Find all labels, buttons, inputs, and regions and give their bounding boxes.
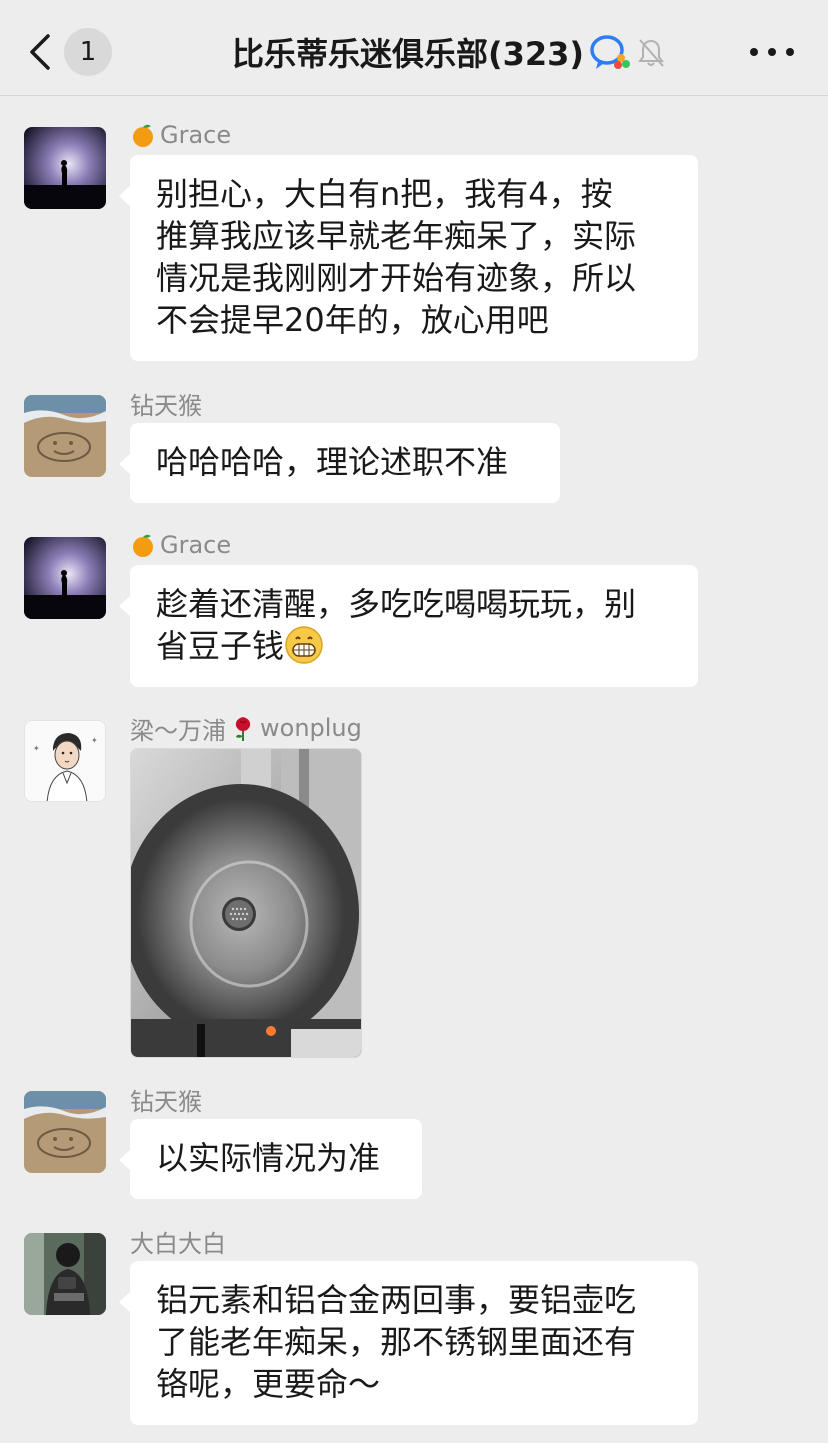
orange-emoji-icon — [133, 534, 153, 557]
image-message[interactable] — [130, 748, 362, 1058]
more-options-button[interactable] — [750, 38, 794, 66]
dot-icon — [750, 48, 758, 56]
steel-kettle-photo — [131, 749, 361, 1057]
message-text-line: 哈哈哈哈，理论述职不准 — [156, 443, 509, 481]
message-text-line: 别担心，大白有n把，我有4，按 — [156, 175, 613, 213]
sender-name-text: Grace — [160, 531, 232, 559]
sender-name-text: 钻天猴 — [130, 1087, 202, 1116]
svg-text:✦: ✦ — [33, 744, 40, 753]
sender-name-text: 钻天猴 — [130, 391, 202, 420]
mute-bell-icon — [638, 39, 665, 67]
chat-header: 1 比乐蒂乐迷俱乐部(323) — [0, 0, 828, 96]
message-bubble[interactable]: 别担心，大白有n把，我有4，按 推算我应该早就老年痴呆了，实际 情况是我刚刚才开… — [119, 155, 698, 361]
orange-emoji-icon — [133, 124, 153, 147]
message-text-line: 推算我应该早就老年痴呆了，实际 — [156, 217, 637, 255]
sender-name: 大白大白 — [130, 1225, 226, 1258]
sender-name-text: wonplug — [260, 714, 362, 742]
avatar[interactable] — [24, 1091, 106, 1173]
message-bubble[interactable]: 以实际情况为准 — [119, 1119, 422, 1199]
message-text-line: 情况是我刚刚才开始有迹象，所以 — [156, 259, 637, 297]
avatar[interactable] — [24, 127, 106, 209]
sender-name: 钻天猴 — [130, 1083, 202, 1116]
avatar[interactable] — [24, 537, 106, 619]
message-text-line: 趁着还清醒，多吃吃喝喝玩玩，别 — [156, 585, 637, 623]
avatar[interactable]: ✦ ✦ — [24, 720, 106, 802]
avatar[interactable] — [24, 395, 106, 477]
message-text-line: 铝元素和铝合金两回事，要铝壶吃 — [156, 1281, 637, 1319]
sender-name-text: Grace — [160, 121, 232, 149]
sender-name-text: 大白大白 — [130, 1229, 226, 1258]
message-text-line: 不会提早20年的，放心用吧 — [156, 301, 549, 339]
message-text-line: 铬呢，更要命～ — [156, 1365, 381, 1403]
enterprise-chat-icon — [590, 35, 631, 69]
avatar[interactable] — [24, 1233, 106, 1315]
unread-count-badge: 1 — [64, 28, 112, 76]
chevron-left-icon — [30, 34, 50, 70]
sender-name: Grace — [130, 529, 231, 561]
night-silhouette-avatar — [24, 537, 106, 619]
message-text-line: 了能老年痴呆，那不锈钢里面还有 — [156, 1323, 637, 1361]
sender-name: 钻天猴 — [130, 387, 202, 420]
cartoon-man-avatar: ✦ ✦ — [25, 721, 105, 801]
sender-name-text: 梁～万浦 — [130, 716, 226, 745]
dot-icon — [786, 48, 794, 56]
night-silhouette-avatar — [24, 127, 106, 209]
rose-emoji-icon — [235, 717, 251, 741]
dot-icon — [768, 48, 776, 56]
sand-smiley-avatar — [24, 395, 106, 477]
sender-name: 梁～万浦 wonplug — [130, 712, 362, 745]
grin-emoji-icon — [285, 626, 323, 664]
message-text-segment: 省豆子钱 — [156, 627, 285, 665]
back-button[interactable]: 1 — [26, 28, 116, 76]
sand-smiley-avatar — [24, 1091, 106, 1173]
message-text-line-with-emoji: 省豆子钱 — [156, 625, 672, 667]
message-bubble[interactable]: 铝元素和铝合金两回事，要铝壶吃 了能老年痴呆，那不锈钢里面还有 铬呢，更要命～ — [119, 1261, 698, 1425]
sender-name: Grace — [130, 119, 231, 151]
message-bubble[interactable]: 趁着还清醒，多吃吃喝喝玩玩，别 省豆子钱 — [119, 565, 698, 687]
chat-title: 比乐蒂乐迷俱乐部(323) — [232, 35, 585, 73]
svg-text:✦: ✦ — [91, 736, 98, 745]
chat-title-group: 比乐蒂乐迷俱乐部(323) — [232, 28, 666, 76]
message-text-line: 以实际情况为准 — [156, 1139, 381, 1177]
person-photo-avatar — [24, 1233, 106, 1315]
message-bubble[interactable]: 哈哈哈哈，理论述职不准 — [119, 423, 560, 503]
